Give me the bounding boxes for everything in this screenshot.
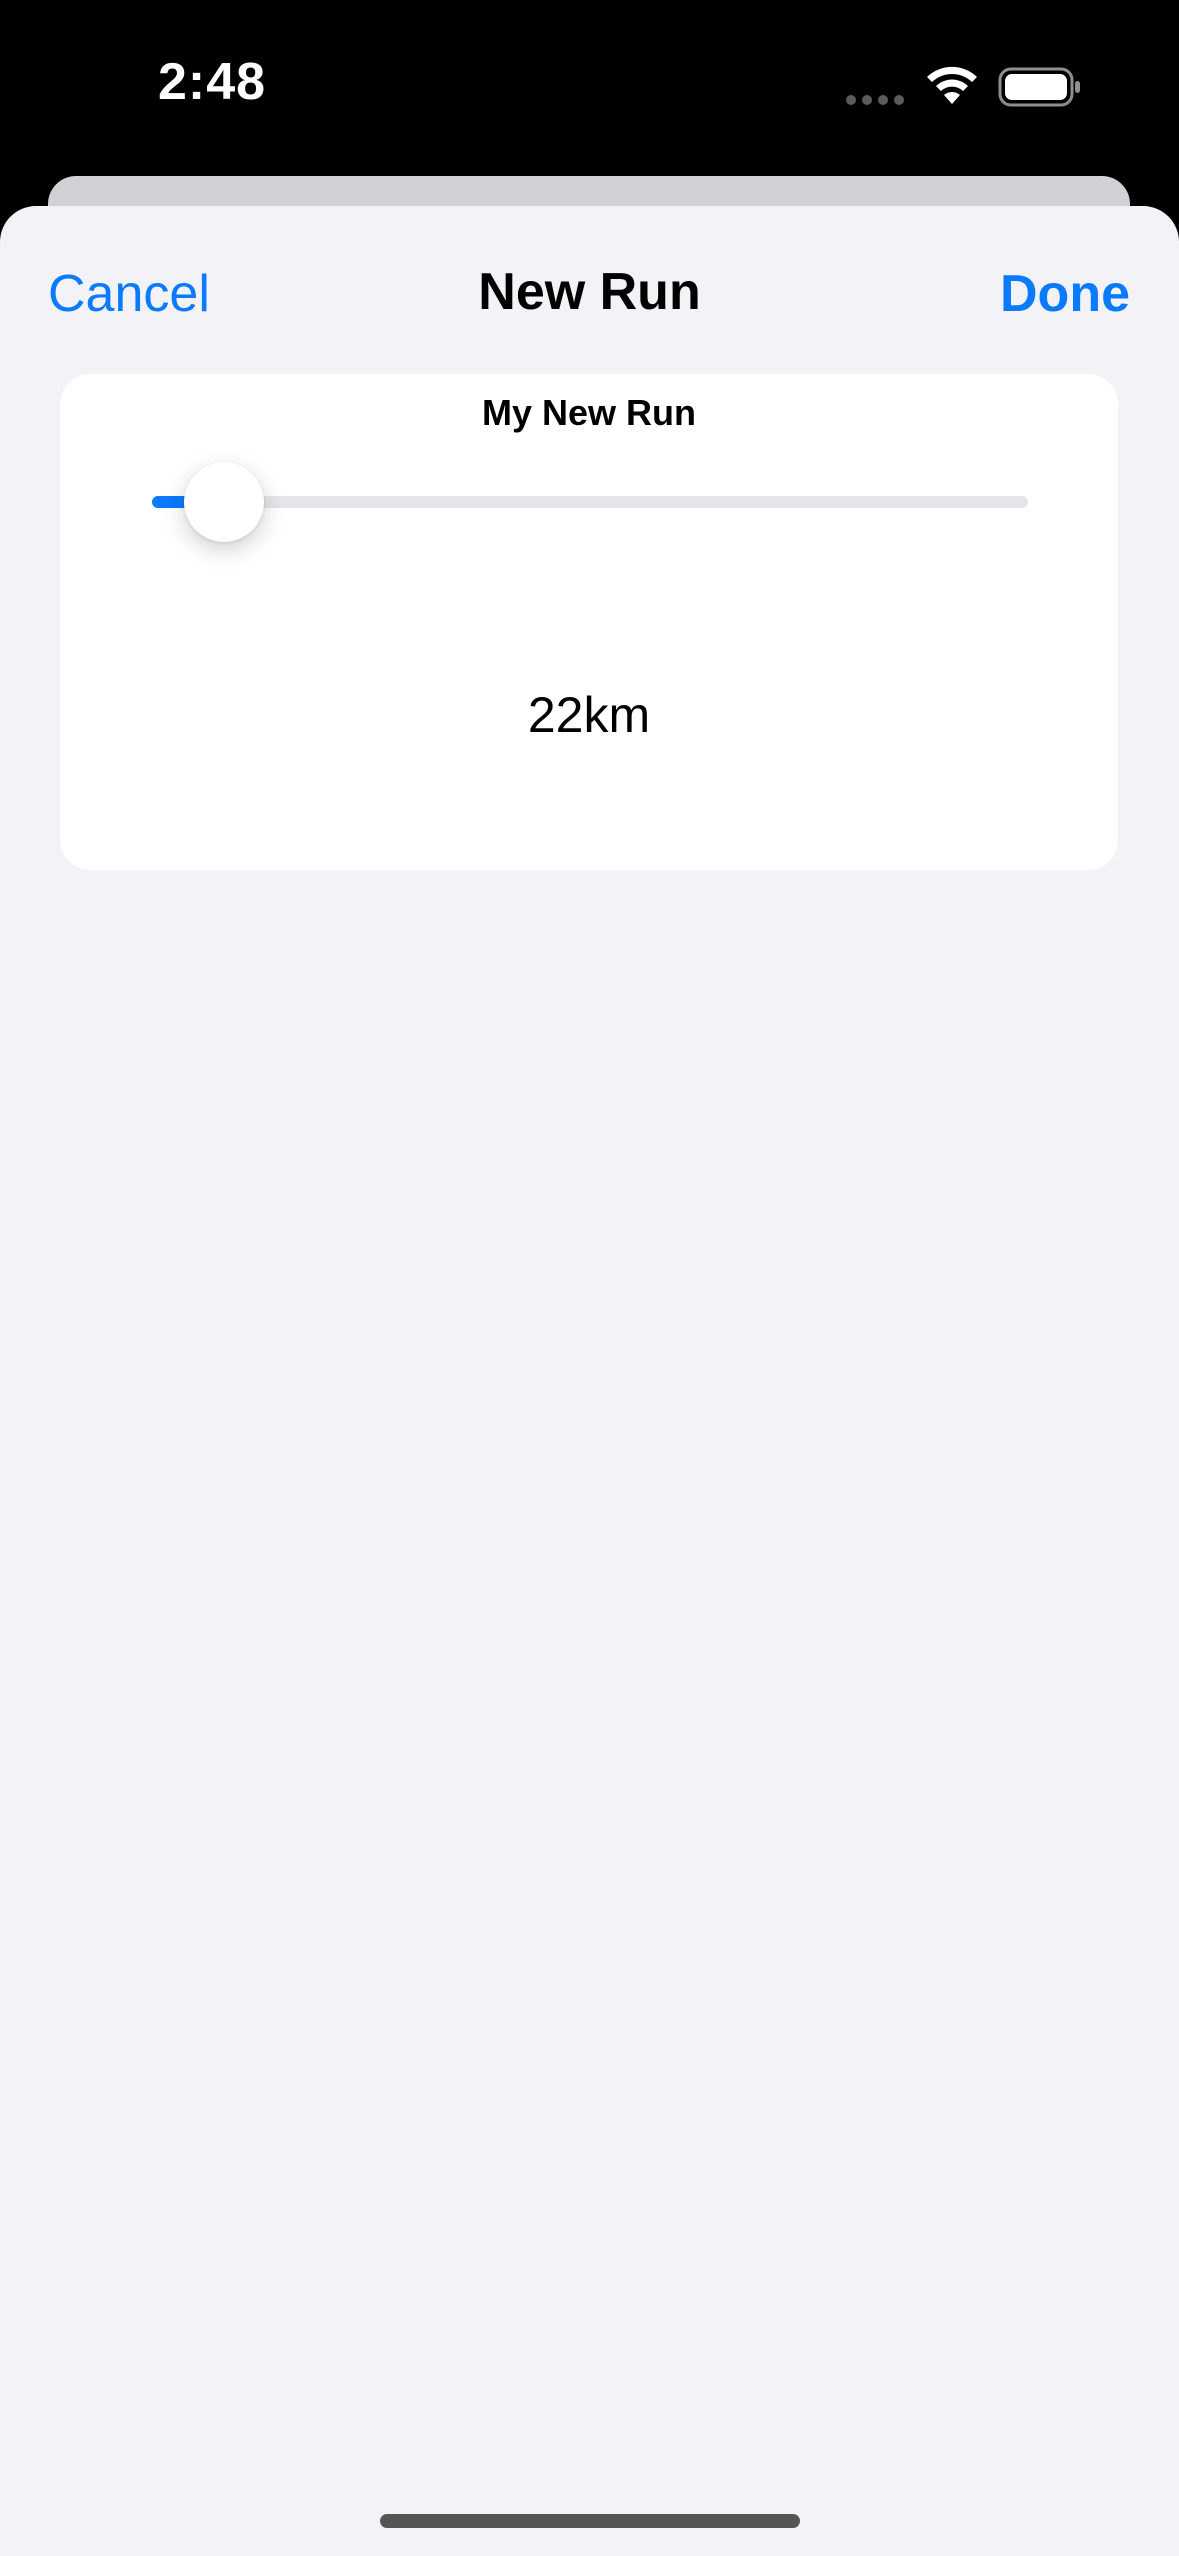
distance-value: 22km [527,687,651,743]
done-button[interactable]: Done [1000,264,1130,324]
slider-thumb[interactable] [183,462,264,542]
distance-slider[interactable] [152,462,1028,542]
app-screen: 2:48 Cancel New Run Done My New Run 22km [0,0,1179,2556]
battery-icon [998,67,1080,107]
home-indicator[interactable] [380,2514,800,2528]
status-time: 2:48 [158,53,267,111]
cellular-signal-icon [846,95,904,107]
run-card: My New Run 22km [60,374,1118,870]
slider-track [152,496,1028,508]
new-run-sheet: Cancel New Run Done My New Run 22km [0,206,1179,2556]
wifi-icon [927,66,977,104]
run-name-label: My New Run [481,392,696,433]
